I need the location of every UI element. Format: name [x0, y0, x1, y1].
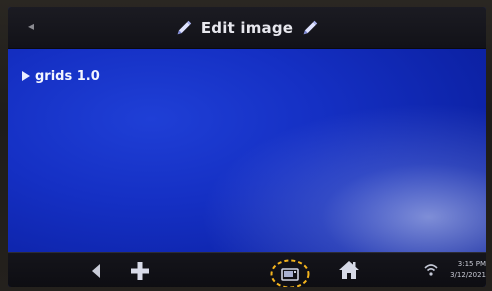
- tree-item-label: grids 1.0: [35, 68, 100, 84]
- clock: 3:15 PM 3/12/2021: [449, 259, 486, 285]
- home-icon[interactable]: [338, 260, 360, 280]
- clock-date: 3/12/2021: [450, 271, 486, 279]
- chevron-left-icon[interactable]: [90, 263, 102, 279]
- triangle-right-icon: [22, 71, 30, 81]
- wifi-icon: [424, 264, 438, 276]
- tree-item-grids[interactable]: grids 1.0: [21, 65, 100, 87]
- pencil-icon[interactable]: [175, 19, 193, 37]
- clock-time: 3:15 PM: [457, 260, 486, 268]
- bottom-toolbar: 3:15 PM 3/12/2021: [8, 252, 486, 287]
- pencil-icon[interactable]: [301, 19, 319, 37]
- title-group: Edit image: [8, 7, 486, 48]
- title-bar: ◂ Edit image: [8, 7, 486, 49]
- image-icon-highlighted[interactable]: [270, 259, 310, 287]
- plus-icon[interactable]: [130, 261, 150, 281]
- page-title: Edit image: [200, 18, 294, 37]
- touch-screen: ◂ Edit image grids 1.0 3:15 PM 3/12/2021: [8, 7, 486, 287]
